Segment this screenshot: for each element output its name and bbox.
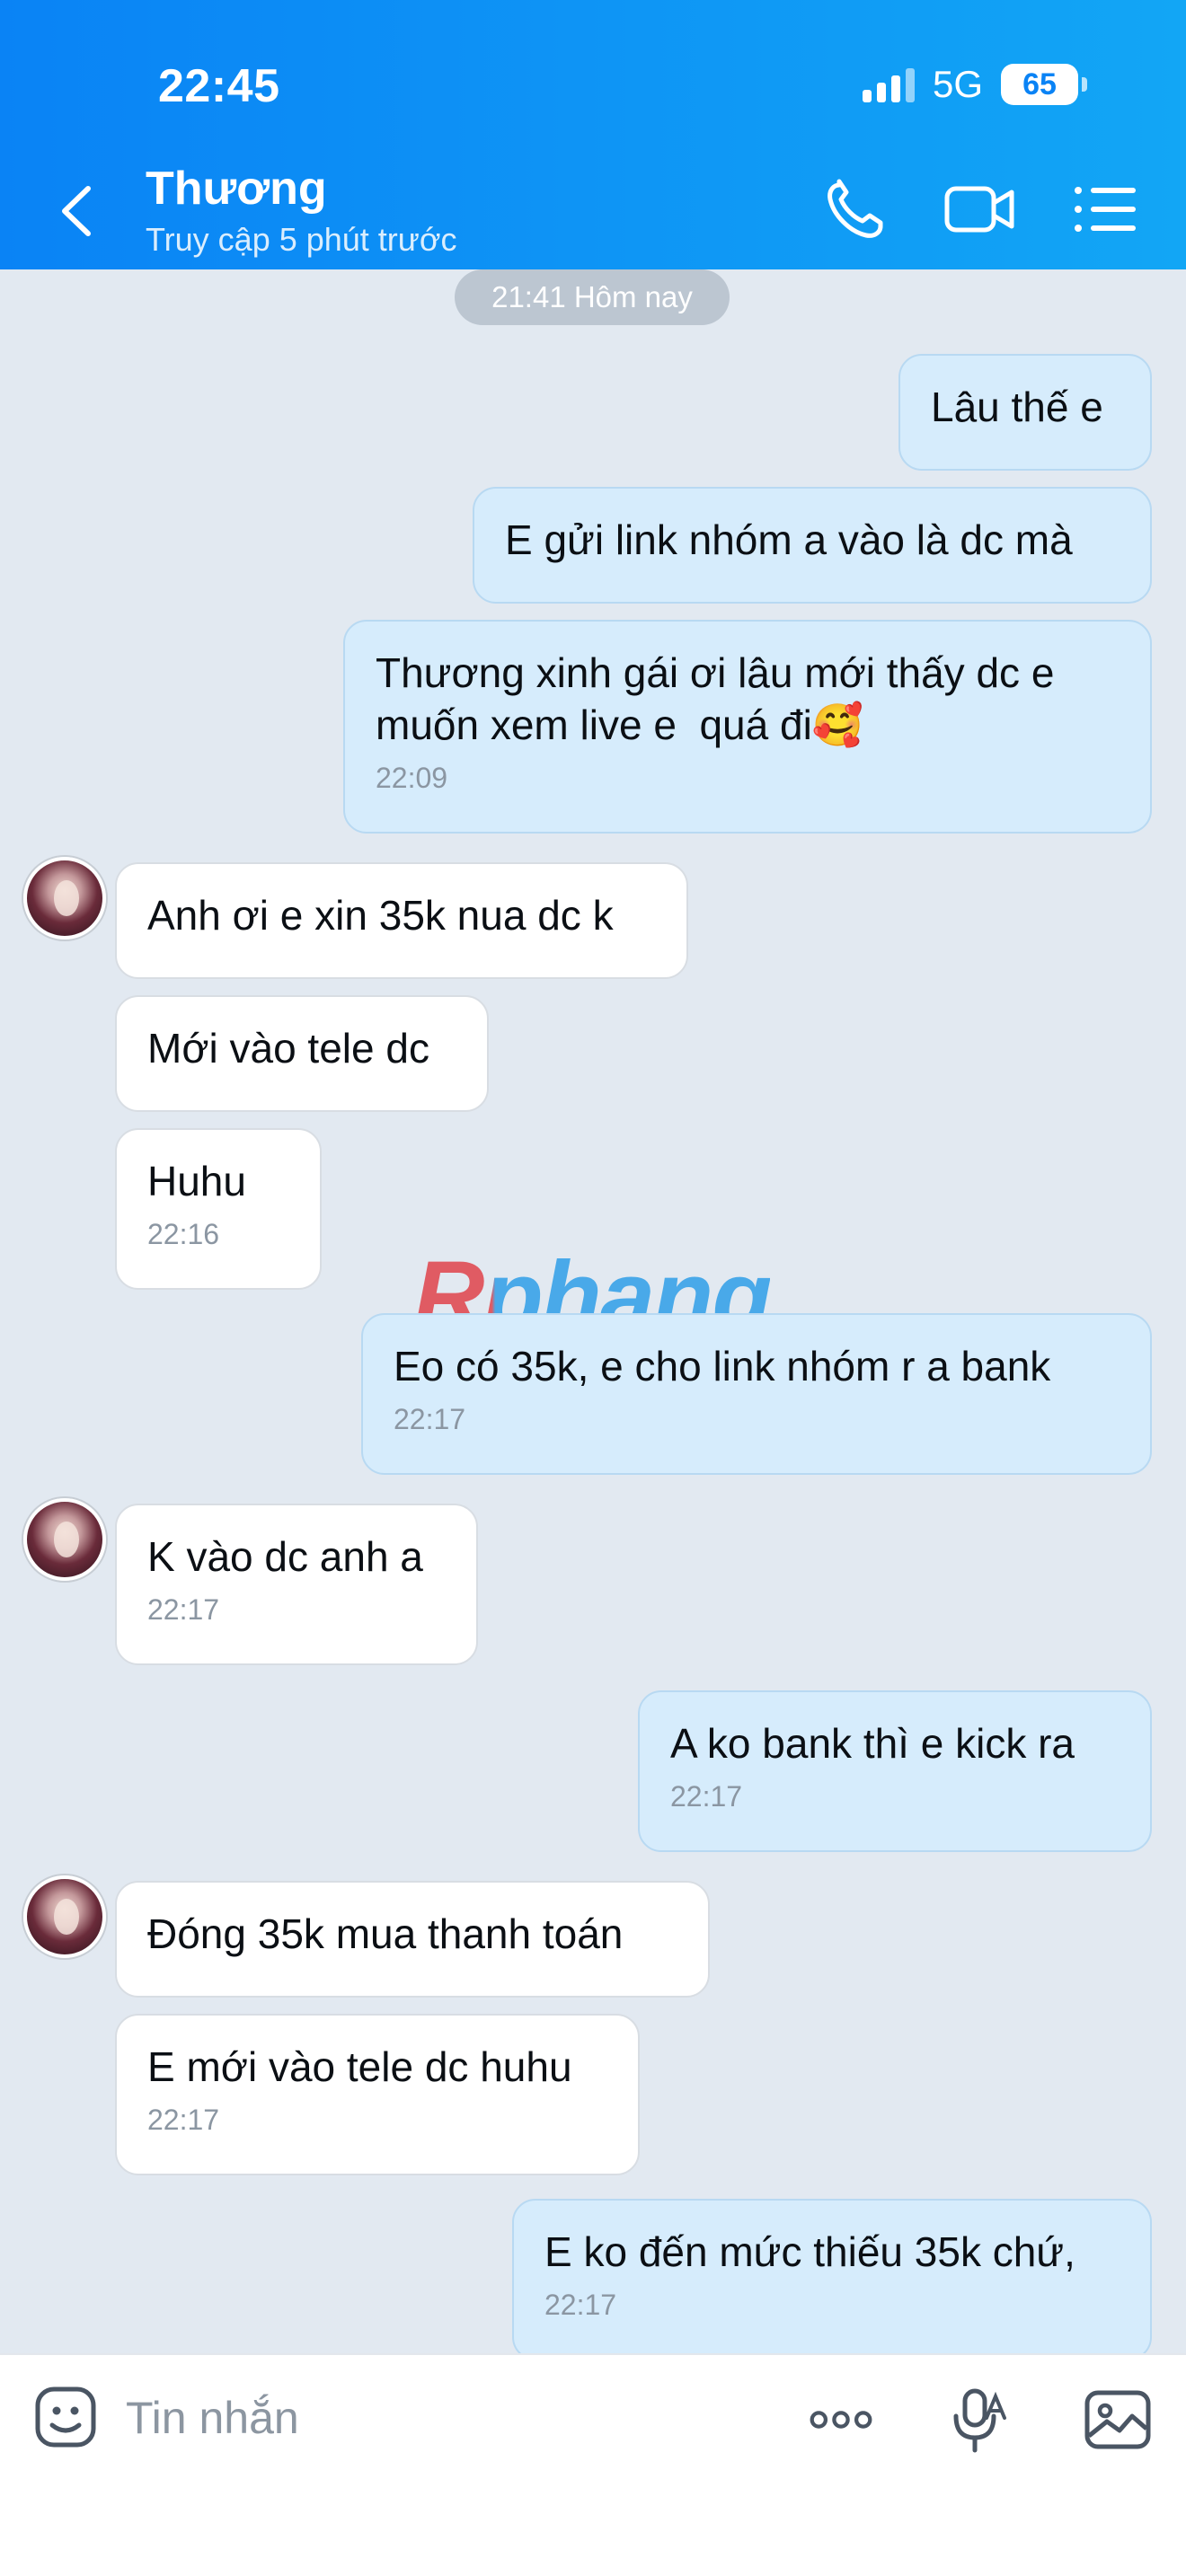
message-time: 22:17: [147, 2104, 220, 2136]
message-text: Lâu thế e: [931, 384, 1103, 430]
more-options-icon[interactable]: [807, 2386, 875, 2454]
message-input[interactable]: [126, 2382, 755, 2454]
message-text: Anh ơi e xin 35k nua dc k: [147, 892, 614, 939]
message-text: E ko đến mức thiếu 35k chứ,: [544, 2228, 1075, 2275]
status-indicators: 5G 65: [862, 63, 1087, 106]
contact-last-seen: Truy cập 5 phút trước: [146, 221, 457, 258]
message-text: K vào dc anh a: [147, 1533, 423, 1580]
incoming-message[interactable]: E mới vào tele dc huhu 22:17: [115, 2014, 640, 2175]
outgoing-message[interactable]: Thương xinh gái ơi lâu mới thấy dc e muố…: [343, 620, 1152, 834]
message-composer: [0, 2353, 1186, 2576]
phone-icon[interactable]: [819, 178, 891, 241]
message-list[interactable]: 21:41 Hôm nay Lâu thế e E gửi link nhóm …: [0, 269, 1186, 2353]
incoming-message[interactable]: Huhu 22:16: [115, 1128, 322, 1290]
status-time: 22:45: [158, 60, 280, 112]
date-separator: 21:41 Hôm nay: [455, 269, 730, 325]
incoming-message[interactable]: K vào dc anh a 22:17: [115, 1504, 478, 1665]
message-time: 22:17: [544, 2289, 617, 2321]
message-text: E gửi link nhóm a vào là dc mà: [505, 516, 1073, 563]
outgoing-message[interactable]: E gửi link nhóm a vào là dc mà: [473, 487, 1152, 604]
network-type: 5G: [932, 63, 983, 105]
contact-avatar[interactable]: [23, 857, 106, 940]
message-time: 22:17: [394, 1403, 466, 1435]
image-gallery-icon[interactable]: [1084, 2386, 1152, 2454]
signal-strength-icon: [862, 66, 915, 102]
message-text: Huhu: [147, 1158, 246, 1204]
message-time: 22:17: [147, 1593, 220, 1626]
voice-to-text-icon[interactable]: [943, 2386, 1012, 2454]
message-time: 22:09: [376, 762, 448, 794]
message-text: A ko bank thì e kick ra: [670, 1720, 1075, 1767]
message-text: Eo có 35k, e cho link nhóm r a bank: [394, 1343, 1051, 1389]
message-time: 22:16: [147, 1218, 220, 1250]
outgoing-message[interactable]: Lâu thế e: [898, 354, 1152, 471]
incoming-message[interactable]: Đóng 35k mua thanh toán: [115, 1881, 710, 1998]
outgoing-message[interactable]: Eo có 35k, e cho link nhóm r a bank 22:1…: [361, 1313, 1152, 1475]
video-call-icon[interactable]: [943, 178, 1015, 241]
chat-header: 22:45 5G 65 Thương Truy cập 5 phút trước: [0, 0, 1186, 269]
sticker-emoji-icon[interactable]: [34, 2386, 97, 2448]
outgoing-message[interactable]: E ko đến mức thiếu 35k chứ, 22:17: [512, 2199, 1152, 2353]
contact-avatar[interactable]: [23, 1875, 106, 1958]
incoming-message[interactable]: Anh ơi e xin 35k nua dc k: [115, 862, 688, 979]
message-text: Thương xinh gái ơi lâu mới thấy dc e muố…: [376, 649, 1055, 748]
message-text: Đóng 35k mua thanh toán: [147, 1910, 624, 1957]
menu-list-icon[interactable]: [1069, 178, 1141, 241]
back-chevron-icon[interactable]: [54, 180, 99, 243]
message-text: Mới vào tele dc: [147, 1025, 429, 1072]
battery-icon: 65: [1001, 64, 1087, 105]
battery-level: 65: [1022, 66, 1057, 101]
outgoing-message[interactable]: A ko bank thì e kick ra 22:17: [638, 1690, 1152, 1852]
message-time: 22:17: [670, 1780, 743, 1813]
incoming-message[interactable]: Mới vào tele dc: [115, 995, 489, 1112]
contact-avatar[interactable]: [23, 1498, 106, 1581]
message-text: E mới vào tele dc huhu: [147, 2043, 572, 2090]
contact-name[interactable]: Thương: [146, 162, 327, 216]
